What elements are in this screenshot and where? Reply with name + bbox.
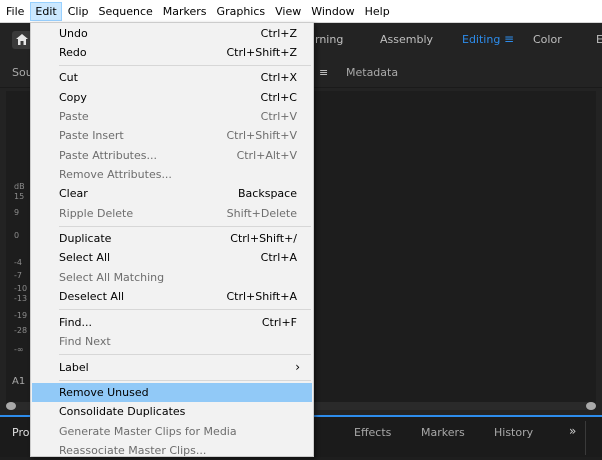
menu-item-find[interactable]: Find... Ctrl+F bbox=[32, 313, 312, 332]
menu-item-duplicate[interactable]: Duplicate Ctrl+Shift+/ bbox=[32, 229, 312, 248]
meter-label: 15 bbox=[14, 192, 25, 201]
more-tabs-icon[interactable]: » bbox=[569, 424, 576, 438]
menu-item-remove-unused[interactable]: Remove Unused bbox=[32, 383, 312, 402]
divider bbox=[585, 421, 586, 455]
meter-label: dB bbox=[14, 182, 25, 191]
menu-separator bbox=[59, 309, 311, 310]
meter-label: -19 bbox=[14, 311, 28, 320]
menu-edit[interactable]: Edit bbox=[30, 1, 62, 21]
menu-item-copy[interactable]: Copy Ctrl+C bbox=[32, 88, 312, 107]
menu-item-paste-attributes[interactable]: Paste Attributes... Ctrl+Alt+V bbox=[32, 146, 312, 165]
menu-item-select-all-matching[interactable]: Select All Matching bbox=[32, 268, 312, 287]
menu-item-generate-master-clips[interactable]: Generate Master Clips for Media bbox=[32, 422, 312, 441]
scroll-handle-left[interactable] bbox=[6, 402, 16, 410]
menu-item-remove-attributes[interactable]: Remove Attributes... bbox=[32, 165, 312, 184]
menu-item-find-next[interactable]: Find Next bbox=[32, 332, 312, 351]
meter-label: -∞ bbox=[14, 345, 24, 354]
menu-view[interactable]: View bbox=[271, 2, 305, 21]
menu-separator bbox=[59, 380, 311, 381]
home-icon[interactable] bbox=[12, 31, 32, 49]
tab-history[interactable]: History bbox=[494, 426, 533, 439]
edit-menu-dropdown: Undo Ctrl+Z Redo Ctrl+Shift+Z Cut Ctrl+X Co… bbox=[30, 22, 314, 457]
tab-effects[interactable]: Effects bbox=[354, 426, 391, 439]
track-label: A1 bbox=[12, 376, 26, 387]
workspace-menu-icon[interactable]: ≡ bbox=[504, 32, 514, 46]
submenu-arrow-icon: › bbox=[295, 360, 300, 374]
meter-label: -28 bbox=[14, 326, 28, 335]
menu-item-deselect-all[interactable]: Deselect All Ctrl+Shift+A bbox=[32, 287, 312, 306]
menu-item-reassociate-master-clips[interactable]: Reassociate Master Clips... bbox=[32, 441, 312, 460]
menu-separator bbox=[59, 65, 311, 66]
menu-file[interactable]: File bbox=[2, 2, 28, 21]
menu-item-select-all[interactable]: Select All Ctrl+A bbox=[32, 248, 312, 267]
menu-item-paste[interactable]: Paste Ctrl+V bbox=[32, 107, 312, 126]
menu-separator bbox=[59, 226, 311, 227]
menu-item-paste-insert[interactable]: Paste Insert Ctrl+Shift+V bbox=[32, 126, 312, 145]
menu-item-ripple-delete[interactable]: Ripple Delete Shift+Delete bbox=[32, 204, 312, 223]
menu-item-consolidate-duplicates[interactable]: Consolidate Duplicates bbox=[32, 402, 312, 421]
menu-clip[interactable]: Clip bbox=[64, 2, 93, 21]
meter-label: -13 bbox=[14, 294, 28, 303]
menu-item-clear[interactable]: Clear Backspace bbox=[32, 184, 312, 203]
workspace-color[interactable]: Color bbox=[533, 33, 562, 46]
menu-markers[interactable]: Markers bbox=[159, 2, 211, 21]
menu-window[interactable]: Window bbox=[307, 2, 358, 21]
workspace-assembly[interactable]: Assembly bbox=[380, 33, 433, 46]
menu-sequence[interactable]: Sequence bbox=[95, 2, 157, 21]
workspace-effects[interactable]: E bbox=[596, 33, 602, 46]
menu-separator bbox=[59, 354, 311, 355]
menu-help[interactable]: Help bbox=[361, 2, 394, 21]
meter-label: -7 bbox=[14, 271, 22, 280]
meter-label: 9 bbox=[14, 208, 20, 217]
tab-markers[interactable]: Markers bbox=[421, 426, 465, 439]
menu-item-cut[interactable]: Cut Ctrl+X bbox=[32, 68, 312, 87]
tab-project[interactable]: Pro bbox=[12, 426, 29, 439]
meter-label: -4 bbox=[14, 258, 22, 267]
menu-graphics[interactable]: Graphics bbox=[213, 2, 270, 21]
menu-bar: File Edit Clip Sequence Markers Graphics… bbox=[0, 0, 602, 23]
menu-item-redo[interactable]: Redo Ctrl+Shift+Z bbox=[32, 43, 312, 62]
panel-menu-icon[interactable]: ≡ bbox=[319, 66, 328, 79]
workspace-editing[interactable]: Editing bbox=[462, 33, 500, 46]
menu-item-label[interactable]: Label › bbox=[32, 358, 312, 377]
scroll-handle-right[interactable] bbox=[586, 402, 596, 410]
meter-label: 0 bbox=[14, 231, 20, 240]
workspace-learning[interactable]: rning bbox=[315, 33, 343, 46]
meter-label: -10 bbox=[14, 284, 28, 293]
menu-item-undo[interactable]: Undo Ctrl+Z bbox=[32, 24, 312, 43]
tab-metadata[interactable]: Metadata bbox=[346, 66, 398, 79]
